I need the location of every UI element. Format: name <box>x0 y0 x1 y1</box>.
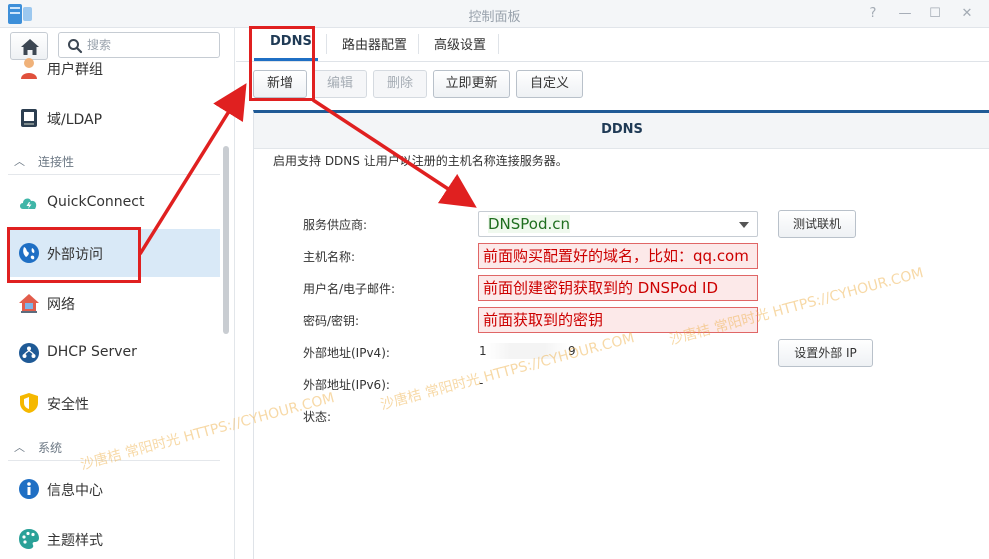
window-title: 控制面板 <box>468 10 521 25</box>
hostname-label: 主机名称: <box>303 250 356 264</box>
sidebar-item-label: 网络 <box>47 297 75 313</box>
provider-select[interactable]: DNSPod.cn <box>478 211 758 237</box>
hostname-field[interactable]: 前面购买配置好的域名，比如：qq.com <box>478 243 758 269</box>
sidebar-item-quickconnect[interactable]: QuickConnect <box>8 179 220 227</box>
sidebar-item-network[interactable]: 网络 <box>8 279 220 327</box>
highlight-ddns-add <box>249 26 315 101</box>
shield-icon <box>20 393 38 413</box>
delete-button[interactable]: 删除 <box>373 70 427 98</box>
highlight-external-access <box>7 227 141 283</box>
minimize-icon[interactable]: — <box>896 5 914 23</box>
sidebar-item-dhcp-server[interactable]: DHCP Server <box>8 329 220 377</box>
tab-advanced-settings[interactable]: 高级设置 <box>434 34 486 56</box>
dhcp-icon <box>19 343 39 363</box>
title-bar: 控制面板 ? — ☐ ✕ <box>0 0 989 28</box>
username-field[interactable]: 前面创建密钥获取到的 DNSPod ID <box>478 275 758 301</box>
edit-button[interactable]: 编辑 <box>313 70 367 98</box>
chevron-down-icon <box>739 222 749 228</box>
panel-description: 启用支持 DDNS 让用户以注册的主机名称连接服务器。 <box>273 154 568 168</box>
section-label: 系统 <box>38 441 63 455</box>
sidebar-item-security[interactable]: 安全性 <box>8 379 220 427</box>
tab-divider <box>326 34 327 54</box>
panel-title: DDNS <box>601 122 643 137</box>
sidebar-item-user-group[interactable]: 用户群组 <box>8 44 220 92</box>
panel-header: DDNS <box>254 113 989 149</box>
username-label: 用户名/电子邮件: <box>303 282 396 296</box>
domain-ldap-icon <box>21 109 37 127</box>
chevron-up-icon: ︿ <box>14 155 25 168</box>
customize-button[interactable]: 自定义 <box>516 70 583 98</box>
close-icon[interactable]: ✕ <box>958 5 976 23</box>
provider-selected-value: DNSPod.cn <box>488 215 571 233</box>
sidebar-item-label: QuickConnect <box>47 194 145 210</box>
help-icon[interactable]: ? <box>864 5 882 23</box>
tab-bar: DDNS 路由器配置 高级设置 <box>236 28 989 62</box>
tab-divider <box>498 34 499 54</box>
sidebar: 用户群组 域/LDAP ︿ 连接性 QuickConnect 外部访问 <box>0 28 235 559</box>
sidebar-item-label: 安全性 <box>47 397 89 413</box>
maximize-icon[interactable]: ☐ <box>926 5 944 23</box>
section-label: 连接性 <box>38 155 75 169</box>
sidebar-item-domain-ldap[interactable]: 域/LDAP <box>8 94 220 142</box>
chevron-up-icon: ︿ <box>14 441 25 454</box>
palette-icon <box>19 529 39 549</box>
sidebar-item-label: 信息中心 <box>47 483 103 499</box>
sidebar-item-label: 用户群组 <box>47 62 103 78</box>
user-group-icon <box>21 58 37 79</box>
tab-divider <box>418 34 419 54</box>
sidebar-scrollbar[interactable] <box>223 146 229 334</box>
sidebar-item-info-center[interactable]: 信息中心 <box>8 465 220 513</box>
update-now-button[interactable]: 立即更新 <box>433 70 510 98</box>
quickconnect-icon <box>20 198 37 209</box>
tab-router-config[interactable]: 路由器配置 <box>342 34 407 56</box>
set-external-ip-button[interactable]: 设置外部 IP <box>778 339 873 367</box>
sidebar-item-label: 域/LDAP <box>47 112 103 128</box>
password-label: 密码/密钥: <box>303 314 360 328</box>
section-connectivity[interactable]: ︿ 连接性 <box>8 145 220 175</box>
toolbar: 新增 编辑 删除 立即更新 自定义 <box>236 62 989 106</box>
sidebar-item-label: DHCP Server <box>47 344 137 360</box>
test-connection-button[interactable]: 测试联机 <box>778 210 856 238</box>
ipv4-label: 外部地址(IPv4): <box>303 346 390 360</box>
sidebar-item-label: 主题样式 <box>47 533 103 549</box>
provider-label: 服务供应商: <box>303 218 368 232</box>
sidebar-item-theme[interactable]: 主题样式 <box>8 515 220 559</box>
network-house-icon <box>19 294 39 313</box>
info-icon <box>19 479 39 499</box>
